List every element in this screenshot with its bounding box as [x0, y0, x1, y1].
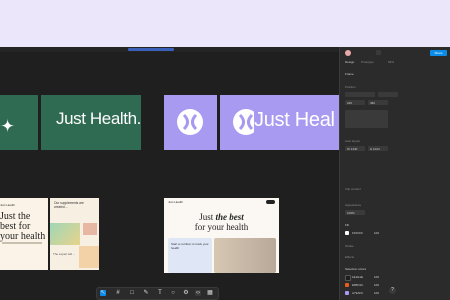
poster-brand: Just Health: [0, 203, 16, 207]
selection-colors-label: Selection colors: [345, 267, 367, 271]
frame-tool-icon[interactable]: #: [115, 290, 121, 296]
user-avatar[interactable]: [345, 50, 351, 56]
frame-purple-logo[interactable]: Just Heal: [220, 95, 339, 150]
effects-label: Effects: [345, 255, 355, 259]
help-button[interactable]: ?: [389, 287, 396, 294]
text-tool-icon[interactable]: T: [157, 290, 163, 296]
shape-tool-icon[interactable]: □: [129, 290, 135, 296]
collage-image-person: [83, 223, 97, 235]
green-star-icon: [0, 118, 15, 133]
stroke-label: Stroke: [345, 244, 354, 248]
poster-fineprint: [2, 242, 42, 244]
position-label: Position: [345, 85, 356, 89]
landing-tracking-panel: Start a nutrition to track your health: [168, 238, 212, 273]
landing-nav-button: [266, 200, 275, 204]
color-swatch[interactable]: [345, 275, 351, 281]
canvas[interactable]: Just Health. Just Heal Just Health Just …: [0, 47, 339, 300]
purple-leaf-icon: [177, 109, 203, 135]
frame-green-icon[interactable]: [0, 95, 38, 150]
dev-mode-toggle-icon[interactable]: ‹›: [195, 290, 201, 296]
actions-tool-icon[interactable]: ⚙: [183, 290, 189, 296]
collage-image-orange: [79, 246, 99, 268]
clip-content-checkbox[interactable]: Clip content: [345, 187, 361, 191]
constraints-box[interactable]: [345, 110, 388, 128]
ui-toggle-icon[interactable]: ▦: [207, 290, 213, 296]
collage-caption: The expert tell ...: [53, 252, 76, 256]
distribute-tools[interactable]: [378, 92, 398, 97]
purple-logo-mark-icon: [233, 109, 259, 135]
comment-tool-icon[interactable]: ○: [170, 290, 176, 296]
fill-swatch[interactable]: [345, 231, 349, 235]
share-button[interactable]: Share: [430, 50, 447, 56]
frame-label: Frame: [345, 72, 354, 76]
align-tools[interactable]: [345, 92, 375, 97]
collage-image-gradient: [50, 223, 80, 245]
color-swatch[interactable]: [345, 283, 349, 287]
green-logo-text: Just Health.: [56, 109, 141, 128]
tab-prototype[interactable]: Prototype: [361, 60, 374, 64]
color-swatch[interactable]: [345, 291, 349, 295]
zoom-level[interactable]: 66%: [388, 60, 394, 64]
fill-opacity[interactable]: 100: [374, 231, 379, 235]
fill-value[interactable]: FFFFFF: [352, 231, 363, 235]
frame-poster-card[interactable]: Just Health Just the best for your healt…: [0, 198, 48, 270]
play-icon[interactable]: [376, 50, 381, 55]
purple-logo-text: Just Heal: [254, 109, 335, 131]
frame-green-logo[interactable]: Just Health.: [41, 95, 141, 150]
tab-design[interactable]: Design: [345, 60, 354, 64]
appearance-label: Appearance: [345, 203, 362, 207]
frame-purple-icon[interactable]: [164, 95, 217, 150]
landing-hero-photo: [214, 238, 276, 273]
pen-tool-icon[interactable]: ✎: [143, 290, 149, 296]
landing-nav-brand: Just Health: [168, 200, 184, 204]
landing-panel-text: Start a nutrition to track your health: [171, 242, 209, 250]
poster-headline: Just the best for your health: [0, 211, 46, 242]
auto-layout-label: Auto layout: [345, 139, 361, 143]
frame-collage-card[interactable]: Our supplements are created ... The expe…: [50, 198, 99, 270]
fill-label: Fill: [345, 223, 349, 227]
figma-app: Just Health. Just Heal Just Health Just …: [0, 47, 450, 300]
move-tool-icon[interactable]: ↖: [100, 290, 106, 296]
frame-landing-page[interactable]: Just Health Just the best for your healt…: [164, 198, 279, 273]
collage-title: Our supplements are created ...: [54, 201, 84, 209]
properties-panel: Share Design Prototype 66% Frame Positio…: [339, 47, 450, 300]
bottom-toolbar: ↖ # □ ✎ T ○ ⚙ ‹› ▦: [96, 287, 219, 300]
landing-headline: Just the best for your health: [194, 212, 249, 232]
selection-indicator: [128, 48, 174, 51]
